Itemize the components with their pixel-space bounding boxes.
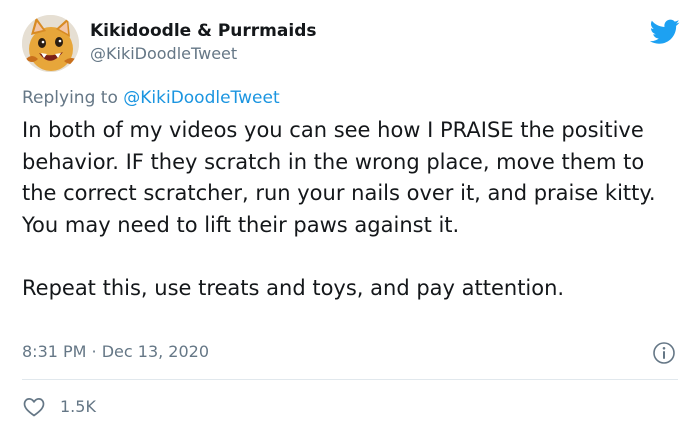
twitter-bird-icon[interactable] <box>650 19 680 45</box>
user-handle[interactable]: @KikiDoodleTweet <box>90 43 316 65</box>
divider <box>22 379 678 380</box>
user-info[interactable]: Kikidoodle & Purrmaids @KikiDoodleTweet <box>90 19 316 65</box>
heart-icon[interactable] <box>22 395 46 419</box>
cat-avatar-icon[interactable] <box>22 15 79 72</box>
tweet-paragraph: In both of my videos you can see how I P… <box>22 118 656 237</box>
tweet-timestamp[interactable]: 8:31 PM · Dec 13, 2020 <box>22 340 209 364</box>
tweet-text: In both of my videos you can see how I P… <box>22 115 677 305</box>
tweet-header: Kikidoodle & Purrmaids @KikiDoodleTweet <box>22 15 682 75</box>
like-count: 1.5K <box>60 397 96 416</box>
info-icon[interactable] <box>652 341 676 365</box>
reply-mention-link[interactable]: @KikiDoodleTweet <box>123 88 279 108</box>
reply-prefix: Replying to <box>22 88 118 108</box>
tweet-paragraph: Repeat this, use treats and toys, and pa… <box>22 275 565 300</box>
reply-context: Replying to @KikiDoodleTweet <box>22 86 280 110</box>
display-name[interactable]: Kikidoodle & Purrmaids <box>90 19 316 43</box>
tweet-card: Kikidoodle & Purrmaids @KikiDoodleTweet … <box>0 0 700 433</box>
